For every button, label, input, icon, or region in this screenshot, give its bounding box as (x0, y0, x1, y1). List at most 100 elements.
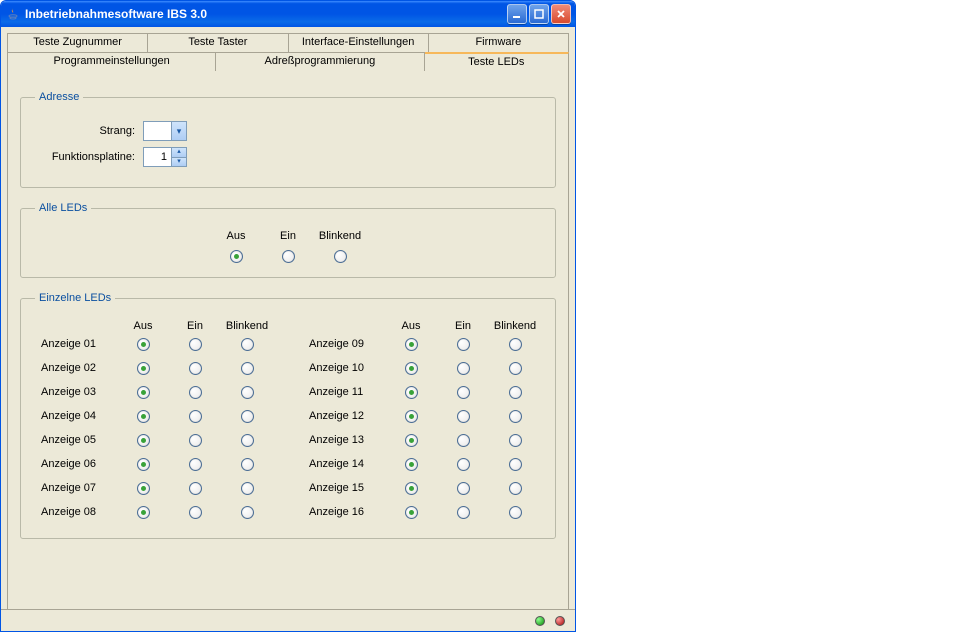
anzeige-01-ein-radio[interactable] (189, 338, 202, 351)
tabs-row-1: Teste Zugnummer Teste Taster Interface-E… (7, 33, 569, 53)
funktionsplatine-spinner[interactable]: 1 ▴▾ (143, 147, 187, 167)
close-button[interactable] (551, 4, 571, 24)
anzeige-01-blinkend-radio[interactable] (241, 338, 254, 351)
anzeige-14-aus-radio[interactable] (405, 458, 418, 471)
anzeige-10-label: Anzeige 10 (303, 362, 385, 374)
tab-programmeinstellungen[interactable]: Programmeinstellungen (7, 52, 216, 72)
tab-teste-taster[interactable]: Teste Taster (148, 33, 288, 53)
funktionsplatine-label: Funktionsplatine: (35, 151, 135, 163)
anzeige-13-blinkend-radio[interactable] (509, 434, 522, 447)
group-adresse-legend: Adresse (35, 91, 83, 103)
anzeige-09-ein-radio[interactable] (457, 338, 470, 351)
anzeige-10-ein-radio[interactable] (457, 362, 470, 375)
all-aus-radio[interactable] (230, 250, 243, 263)
anzeige-06-blinkend-radio[interactable] (241, 458, 254, 471)
einzel-left-blinkend-header: Blinkend (221, 320, 273, 332)
statusbar (1, 609, 575, 631)
anzeige-06-label: Anzeige 06 (35, 458, 117, 470)
tab-interface-einstellungen[interactable]: Interface-Einstellungen (289, 33, 429, 53)
anzeige-12-ein-radio[interactable] (457, 410, 470, 423)
window-title: Inbetriebnahmesoftware IBS 3.0 (25, 7, 507, 21)
anzeige-01-aus-radio[interactable] (137, 338, 150, 351)
anzeige-07-label: Anzeige 07 (35, 482, 117, 494)
all-ein-label: Ein (262, 230, 314, 242)
anzeige-15-ein-radio[interactable] (457, 482, 470, 495)
einzel-right-ein-header: Ein (437, 320, 489, 332)
anzeige-15-aus-radio[interactable] (405, 482, 418, 495)
tab-firmware[interactable]: Firmware (429, 33, 569, 53)
tab-teste-zugnummer[interactable]: Teste Zugnummer (7, 33, 148, 53)
anzeige-13-ein-radio[interactable] (457, 434, 470, 447)
anzeige-16-label: Anzeige 16 (303, 506, 385, 518)
anzeige-06-ein-radio[interactable] (189, 458, 202, 471)
anzeige-12-label: Anzeige 12 (303, 410, 385, 422)
spinner-up-icon[interactable]: ▴ (172, 148, 186, 158)
anzeige-07-ein-radio[interactable] (189, 482, 202, 495)
anzeige-02-label: Anzeige 02 (35, 362, 117, 374)
anzeige-12-aus-radio[interactable] (405, 410, 418, 423)
minimize-button[interactable] (507, 4, 527, 24)
anzeige-11-aus-radio[interactable] (405, 386, 418, 399)
anzeige-08-ein-radio[interactable] (189, 506, 202, 519)
anzeige-16-aus-radio[interactable] (405, 506, 418, 519)
anzeige-02-ein-radio[interactable] (189, 362, 202, 375)
anzeige-05-blinkend-radio[interactable] (241, 434, 254, 447)
anzeige-08-label: Anzeige 08 (35, 506, 117, 518)
anzeige-10-aus-radio[interactable] (405, 362, 418, 375)
anzeige-02-aus-radio[interactable] (137, 362, 150, 375)
group-einzelne-leds-legend: Einzelne LEDs (35, 292, 115, 304)
anzeige-14-blinkend-radio[interactable] (509, 458, 522, 471)
einzel-right-blinkend-header: Blinkend (489, 320, 541, 332)
einzel-col-right: Aus Ein Blinkend Anzeige 09 Anzeige 10 A… (303, 320, 541, 524)
anzeige-05-ein-radio[interactable] (189, 434, 202, 447)
anzeige-06-aus-radio[interactable] (137, 458, 150, 471)
anzeige-03-blinkend-radio[interactable] (241, 386, 254, 399)
all-blinkend-radio[interactable] (334, 250, 347, 263)
anzeige-07-aus-radio[interactable] (137, 482, 150, 495)
anzeige-04-aus-radio[interactable] (137, 410, 150, 423)
anzeige-03-ein-radio[interactable] (189, 386, 202, 399)
anzeige-04-ein-radio[interactable] (189, 410, 202, 423)
anzeige-02-blinkend-radio[interactable] (241, 362, 254, 375)
anzeige-16-ein-radio[interactable] (457, 506, 470, 519)
anzeige-04-blinkend-radio[interactable] (241, 410, 254, 423)
anzeige-07-blinkend-radio[interactable] (241, 482, 254, 495)
titlebar: Inbetriebnahmesoftware IBS 3.0 (1, 1, 575, 27)
anzeige-15-blinkend-radio[interactable] (509, 482, 522, 495)
anzeige-09-aus-radio[interactable] (405, 338, 418, 351)
anzeige-04-label: Anzeige 04 (35, 410, 117, 422)
tab-panel-teste-leds: Adresse Strang: ▾ Funktionsplatine: 1 ▴▾ (7, 71, 569, 609)
anzeige-03-aus-radio[interactable] (137, 386, 150, 399)
anzeige-09-blinkend-radio[interactable] (509, 338, 522, 351)
all-blinkend-label: Blinkend (314, 230, 366, 242)
chevron-down-icon: ▾ (171, 122, 186, 140)
anzeige-14-ein-radio[interactable] (457, 458, 470, 471)
group-einzelne-leds: Einzelne LEDs Aus Ein Blinkend Anzeige 0… (20, 292, 556, 539)
anzeige-13-aus-radio[interactable] (405, 434, 418, 447)
group-alle-leds-legend: Alle LEDs (35, 202, 91, 214)
anzeige-08-blinkend-radio[interactable] (241, 506, 254, 519)
anzeige-12-blinkend-radio[interactable] (509, 410, 522, 423)
tabs-row-2: Programmeinstellungen Adreßprogrammierun… (7, 52, 569, 72)
tab-adressprogrammierung[interactable]: Adreßprogrammierung (216, 52, 424, 72)
anzeige-16-blinkend-radio[interactable] (509, 506, 522, 519)
tab-teste-leds[interactable]: Teste LEDs (425, 52, 569, 72)
all-ein-radio[interactable] (282, 250, 295, 263)
strang-combobox[interactable]: ▾ (143, 121, 187, 141)
anzeige-11-label: Anzeige 11 (303, 386, 385, 398)
anzeige-08-aus-radio[interactable] (137, 506, 150, 519)
anzeige-10-blinkend-radio[interactable] (509, 362, 522, 375)
anzeige-03-label: Anzeige 03 (35, 386, 117, 398)
strang-label: Strang: (35, 125, 135, 137)
anzeige-05-aus-radio[interactable] (137, 434, 150, 447)
anzeige-11-ein-radio[interactable] (457, 386, 470, 399)
funktionsplatine-value: 1 (144, 151, 171, 163)
app-window: Inbetriebnahmesoftware IBS 3.0 Teste Zug… (0, 0, 576, 632)
anzeige-01-label: Anzeige 01 (35, 338, 117, 350)
anzeige-15-label: Anzeige 15 (303, 482, 385, 494)
spinner-down-icon[interactable]: ▾ (172, 158, 186, 167)
group-alle-leds: Alle LEDs Aus Ein Blinkend (20, 202, 556, 278)
maximize-button[interactable] (529, 4, 549, 24)
anzeige-05-label: Anzeige 05 (35, 434, 117, 446)
anzeige-11-blinkend-radio[interactable] (509, 386, 522, 399)
